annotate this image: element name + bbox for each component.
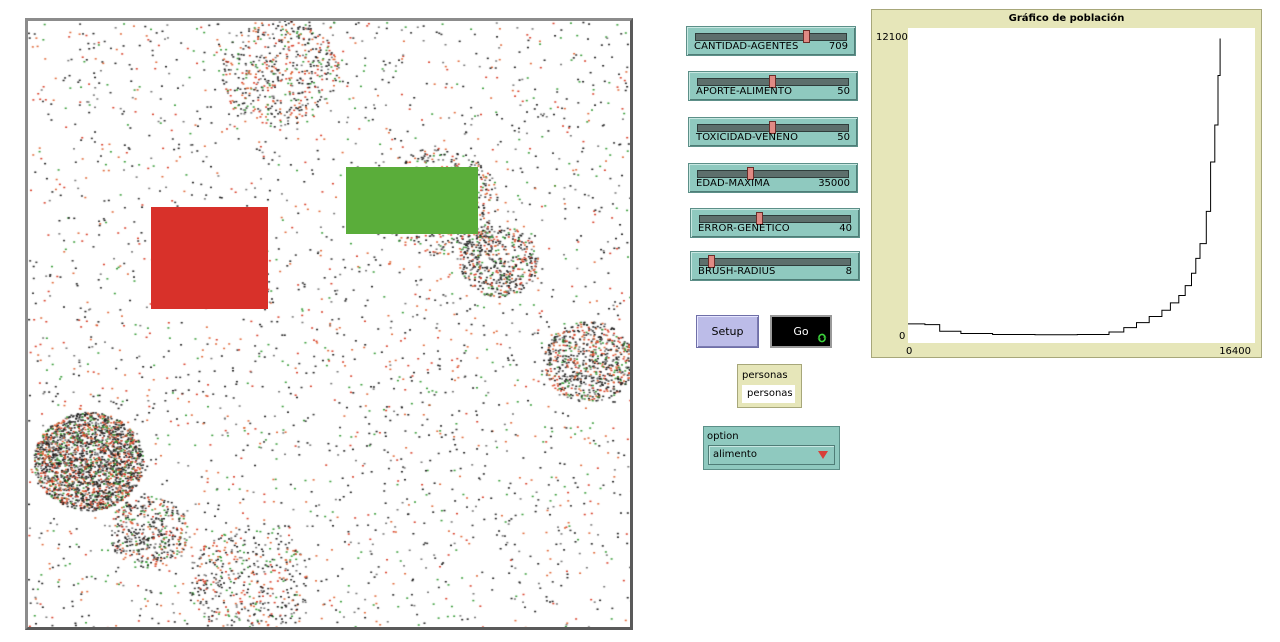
setup-button[interactable]: Setup <box>696 315 759 348</box>
dropdown-arrow-icon[interactable] <box>818 451 828 459</box>
go-button-label: Go <box>793 325 809 338</box>
slider-label: CANTIDAD-AGENTES <box>694 41 799 52</box>
slider-thumb[interactable] <box>803 30 810 43</box>
plot-y-min: 0 <box>899 331 906 342</box>
population-plot: Gráfico de población 12100 0 0 16400 <box>871 9 1262 358</box>
slider-value: 35000 <box>818 178 850 189</box>
slider-value: 8 <box>845 266 852 277</box>
population-series-line <box>908 38 1221 336</box>
slider-value: 50 <box>837 132 850 143</box>
plot-area <box>908 28 1255 343</box>
personas-monitor: personas personas <box>737 364 802 408</box>
option-chooser[interactable]: option alimento <box>703 426 840 470</box>
slider-cantidad-agentes[interactable]: CANTIDAD-AGENTES 709 <box>686 26 856 56</box>
slider-label: APORTE-ALIMENTO <box>696 86 793 97</box>
slider-toxicidad-veneno[interactable]: TOXICIDAD-VENENO 50 <box>688 117 858 147</box>
slider-track[interactable] <box>699 212 851 225</box>
plot-y-max: 12100 <box>876 32 908 43</box>
slider-value: 40 <box>839 223 852 234</box>
slider-brush-radius[interactable]: BRUSH-RADIUS 8 <box>690 251 860 281</box>
chooser-value: alimento <box>713 449 757 460</box>
slider-edad-maxima[interactable]: EDAD-MAXIMA 35000 <box>688 163 858 193</box>
forever-loop-icon <box>817 333 827 343</box>
monitor-value: personas <box>742 385 795 403</box>
slider-label: EDAD-MAXIMA <box>696 178 770 189</box>
slider-value: 709 <box>828 41 848 52</box>
chooser-select[interactable]: alimento <box>708 445 835 465</box>
plot-x-max: 16400 <box>1219 346 1251 357</box>
red-patch <box>151 207 268 309</box>
chooser-label: option <box>707 431 739 442</box>
slider-track[interactable] <box>695 30 847 43</box>
slider-track[interactable] <box>697 75 849 88</box>
slider-label: BRUSH-RADIUS <box>698 266 776 277</box>
agents-layer <box>28 21 630 627</box>
slider-track[interactable] <box>697 167 849 180</box>
slider-value: 50 <box>837 86 850 97</box>
slider-aporte-alimento[interactable]: APORTE-ALIMENTO 50 <box>688 71 858 101</box>
plot-title: Gráfico de población <box>1008 13 1125 24</box>
world-view[interactable] <box>25 18 633 630</box>
slider-track[interactable] <box>697 121 849 134</box>
slider-track[interactable] <box>699 255 851 268</box>
slider-error-genetico[interactable]: ERROR-GENETICO 40 <box>690 208 860 238</box>
slider-label: TOXICIDAD-VENENO <box>696 132 799 143</box>
plot-x-min: 0 <box>906 346 913 357</box>
slider-label: ERROR-GENETICO <box>698 223 790 234</box>
go-button[interactable]: Go <box>770 315 832 348</box>
monitor-label: personas <box>742 370 788 381</box>
plot-svg <box>908 38 1221 336</box>
setup-button-label: Setup <box>711 325 744 338</box>
green-patch <box>346 167 478 234</box>
